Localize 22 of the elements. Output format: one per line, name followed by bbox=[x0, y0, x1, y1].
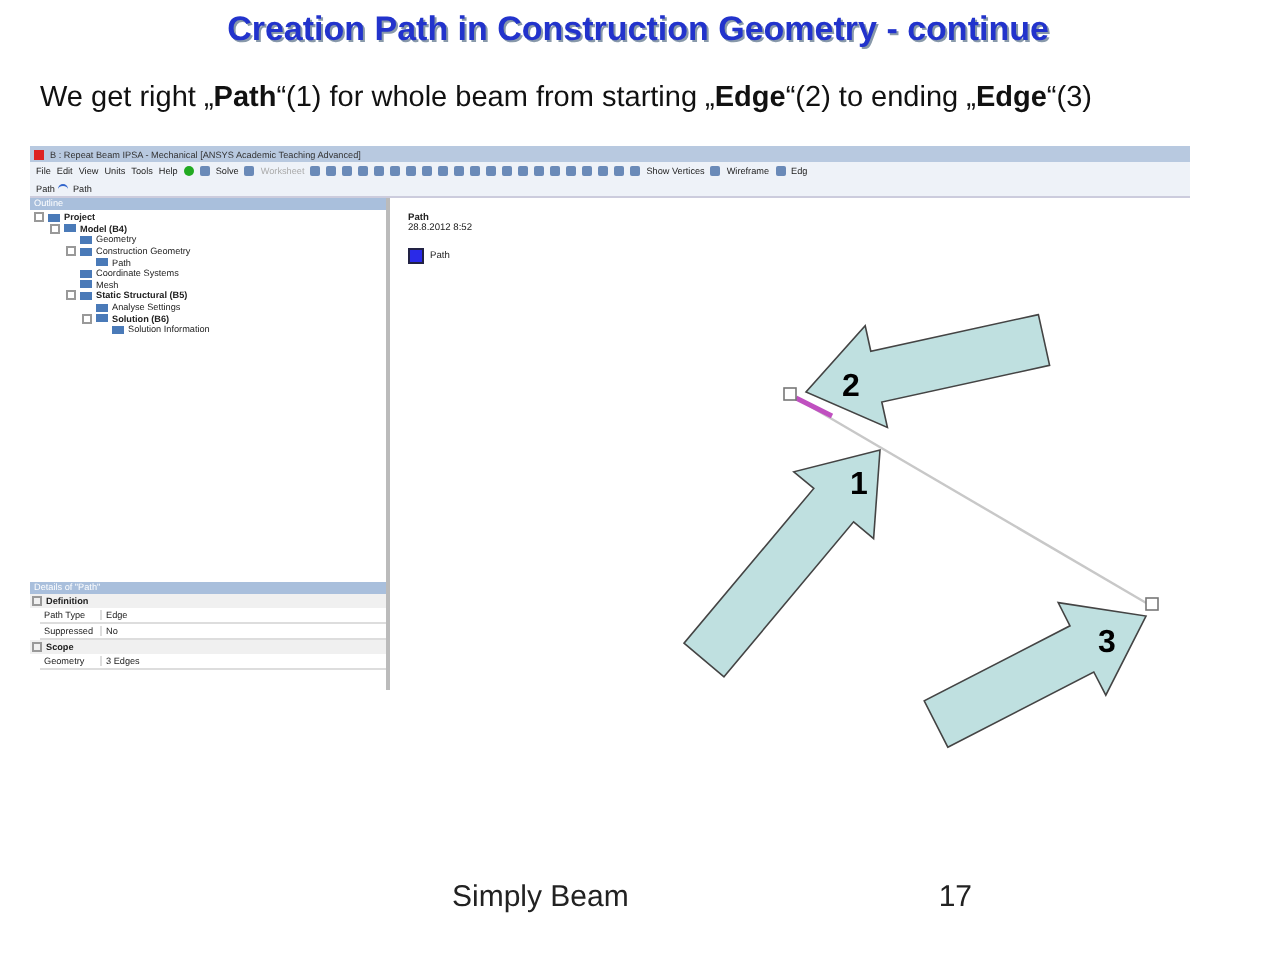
node-icon bbox=[80, 247, 92, 256]
callout-number: 2 bbox=[842, 370, 860, 404]
callout-number: 1 bbox=[850, 468, 868, 502]
tool-icon[interactable] bbox=[199, 166, 210, 176]
node-icon bbox=[80, 235, 92, 244]
check-icon[interactable] bbox=[183, 166, 194, 176]
slide-subtitle: We get right „Path“(1) for whole beam from starting „Edge“(2) to ending „Edge“(3) bbox=[40, 82, 1092, 114]
node-icon bbox=[96, 258, 108, 267]
app-icon bbox=[34, 149, 44, 159]
node-icon bbox=[112, 325, 124, 334]
vertex-marker bbox=[1145, 597, 1159, 611]
vertex-marker bbox=[783, 387, 797, 401]
callout-number: 3 bbox=[1098, 626, 1116, 660]
node-icon bbox=[48, 213, 60, 222]
tool-icon[interactable] bbox=[710, 166, 721, 176]
tool-icon[interactable] bbox=[244, 166, 255, 176]
tool-icon[interactable] bbox=[775, 166, 786, 176]
node-icon bbox=[64, 224, 76, 233]
page-number: 17 bbox=[938, 880, 972, 914]
slide-title: Creation Path in Construction Geometry - continue bbox=[225, 8, 1051, 50]
edge-highlight bbox=[794, 395, 834, 419]
footer-text: Simply Beam bbox=[452, 880, 629, 914]
